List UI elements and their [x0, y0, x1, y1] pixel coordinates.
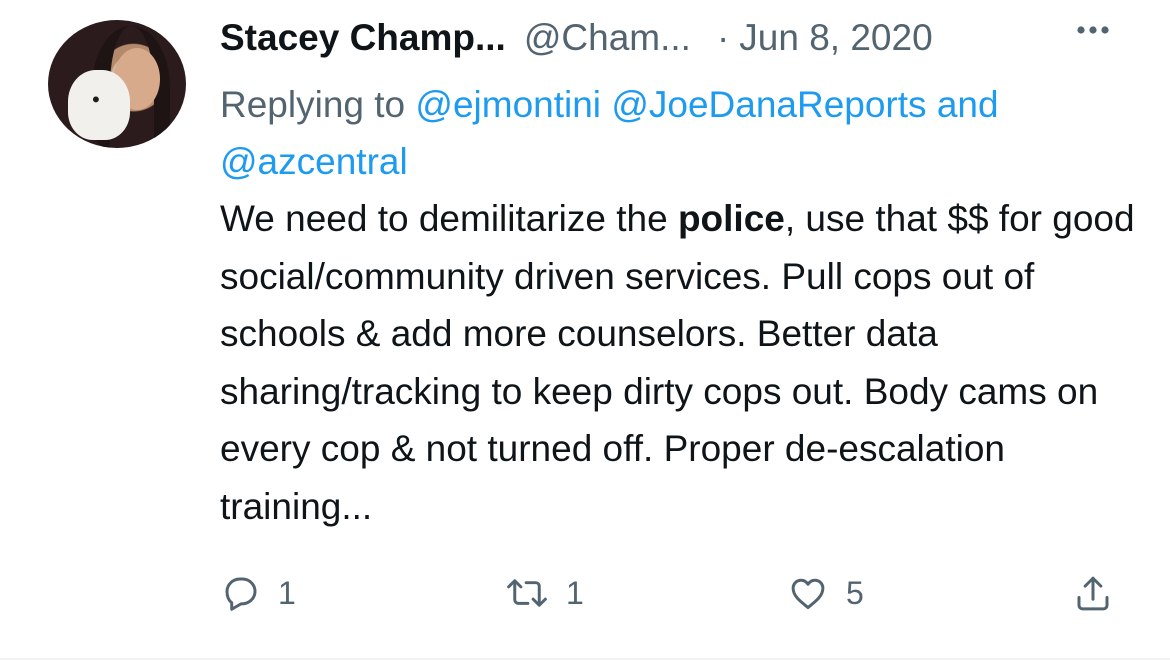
author-handle[interactable]: @Cham...	[524, 17, 691, 59]
mention-link[interactable]: @ejmontini	[415, 84, 601, 125]
share-icon	[1072, 572, 1114, 616]
header-separator: ·	[716, 17, 730, 58]
retweet-button[interactable]: 1	[504, 572, 584, 614]
reply-icon	[220, 572, 262, 614]
author-name[interactable]: Stacey Champ...	[220, 17, 506, 59]
reply-count: 1	[278, 574, 296, 611]
tweet-text-part: , use that $$ for good social/community …	[220, 198, 1135, 527]
like-count: 5	[846, 574, 864, 611]
tweet-card[interactable]: Stacey Champ... @Cham... · Jun 8, 2020 R…	[0, 0, 1170, 664]
mention-link[interactable]: @JoeDanaReports	[611, 84, 926, 125]
share-button[interactable]	[1072, 572, 1114, 616]
mention-link[interactable]: @azcentral	[220, 141, 408, 182]
retweet-icon	[504, 572, 550, 614]
replying-to: Replying to @ejmontini @JoeDanaReports a…	[220, 76, 1120, 190]
replying-prefix: Replying to	[220, 84, 416, 125]
heart-icon	[786, 572, 830, 614]
retweet-count: 1	[566, 574, 584, 611]
bottom-divider	[0, 658, 1170, 660]
like-button[interactable]: 5	[786, 572, 864, 614]
author-avatar[interactable]	[48, 20, 186, 148]
tweet-text-part: We need to demilitarize the	[220, 198, 678, 239]
tweet-date[interactable]: Jun 8, 2020	[739, 17, 932, 59]
tweet-text-highlight: police	[677, 198, 785, 239]
more-horizontal-icon[interactable]	[1076, 25, 1110, 35]
tweet-actions: 1 1 5	[220, 572, 1120, 622]
mention-joiner[interactable]: and	[927, 84, 999, 125]
tweet-text: We need to demilitarize the police, use …	[220, 190, 1140, 535]
reply-button[interactable]: 1	[220, 572, 296, 614]
tweet-header: Stacey Champ... @Cham... · Jun 8, 2020	[220, 14, 933, 62]
avatar-dog	[68, 70, 130, 140]
